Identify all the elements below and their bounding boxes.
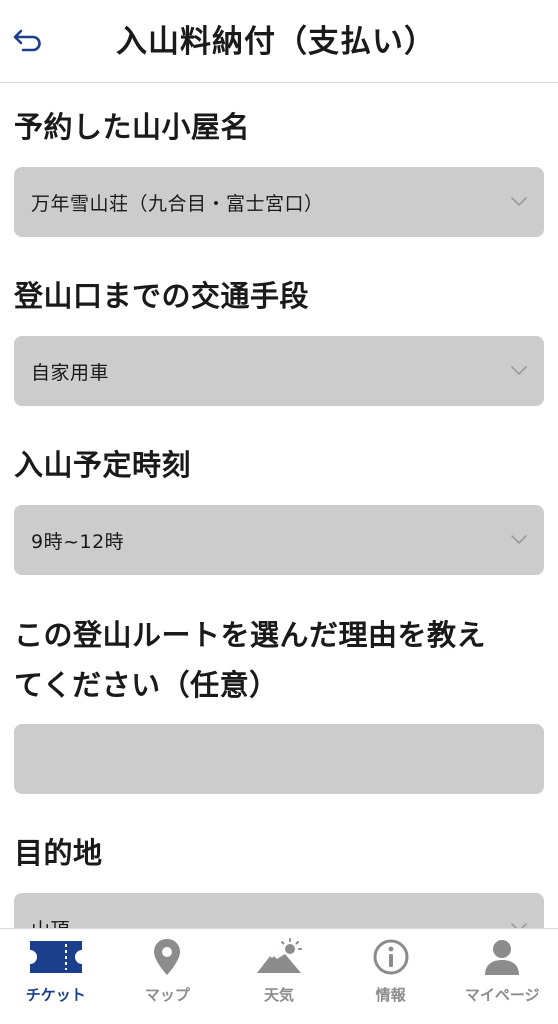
back-button[interactable] — [8, 20, 48, 60]
chevron-down-icon — [511, 197, 527, 206]
tab-ticket-label: チケット — [25, 986, 86, 1004]
entry-time-label: 入山予定時刻 — [14, 448, 192, 482]
hut-label: 予約した山小屋名 — [14, 110, 251, 144]
route-reason-input[interactable] — [14, 724, 544, 794]
page-title: 入山料納付（支払い） — [116, 24, 436, 60]
header: 入山料納付（支払い） — [0, 0, 558, 83]
transport-select[interactable]: 自家用車 — [14, 336, 544, 406]
tab-map-label: マップ — [144, 986, 190, 1004]
user-icon — [472, 937, 532, 977]
screen: 入山料納付（支払い） 予約した山小屋名 万年雪山荘（九合目・富士宮口） 登山口ま… — [0, 0, 558, 1024]
tab-weather[interactable]: 天気 — [223, 929, 335, 1024]
tab-bar: チケット マップ 天気 情報 マイページ — [0, 928, 558, 1024]
route-reason-label-line2: てください（任意） — [14, 668, 279, 702]
tab-map[interactable]: マップ — [112, 929, 224, 1024]
tab-mypage[interactable]: マイページ — [446, 929, 558, 1024]
chevron-down-icon — [511, 366, 527, 375]
hut-value: 万年雪山荘（九合目・富士宮口） — [31, 192, 324, 215]
chevron-down-icon — [511, 535, 527, 544]
tab-info-label: 情報 — [375, 986, 406, 1004]
back-arrow-icon — [13, 29, 41, 52]
destination-label: 目的地 — [14, 836, 103, 870]
map-pin-icon — [137, 937, 197, 977]
tab-ticket[interactable]: チケット — [0, 929, 112, 1024]
reservation-form: 予約した山小屋名 万年雪山荘（九合目・富士宮口） 登山口までの交通手段 自家用車… — [0, 83, 558, 928]
tab-mypage-label: マイページ — [464, 986, 540, 1004]
weather-mountain-icon — [249, 937, 309, 977]
transport-label: 登山口までの交通手段 — [14, 279, 310, 313]
tab-info[interactable]: 情報 — [335, 929, 447, 1024]
entry-time-select[interactable]: 9時~12時 — [14, 505, 544, 575]
destination-value: 山頂 — [31, 915, 70, 929]
route-reason-label-line1: この登山ルートを選んだ理由を教え — [14, 618, 487, 652]
info-icon — [361, 937, 421, 977]
ticket-icon — [26, 937, 86, 977]
transport-value: 自家用車 — [31, 361, 110, 384]
entry-time-value: 9時~12時 — [31, 530, 125, 553]
chevron-down-icon — [511, 923, 527, 928]
hut-select[interactable]: 万年雪山荘（九合目・富士宮口） — [14, 167, 544, 237]
destination-select[interactable]: 山頂 — [14, 893, 544, 928]
tab-weather-label: 天気 — [263, 986, 294, 1004]
